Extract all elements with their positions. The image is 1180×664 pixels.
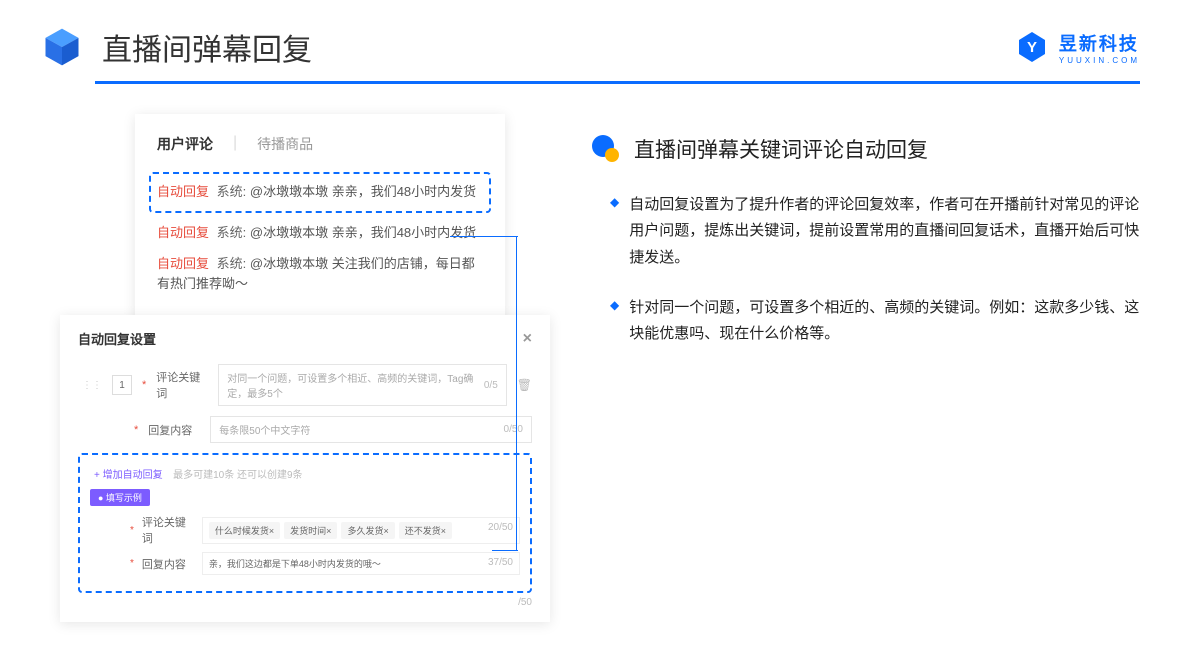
comment-text: @冰墩墩本墩 亲亲，我们48小时内发货 [250, 184, 476, 199]
tab-products[interactable]: 待播商品 [257, 134, 313, 154]
reply-label: 回复内容 [148, 422, 200, 438]
tag-chip[interactable]: 还不发货× [399, 522, 452, 539]
ex-reply-text: 亲，我们这边都是下单48小时内发货的哦～ [209, 557, 381, 570]
system-tag: 系统: [217, 184, 247, 199]
add-hint: 最多可建10条 还可以创建9条 [173, 470, 302, 481]
brand-icon: Y [1015, 30, 1049, 64]
placeholder: 每条限50个中文字符 [219, 422, 310, 437]
comment-text: @冰墩墩本墩 亲亲，我们48小时内发货 [250, 225, 476, 240]
reply-input[interactable]: 每条限50个中文字符 0/50 [210, 416, 532, 443]
counter: 37/50 [488, 557, 513, 570]
bullet-text: 针对同一个问题，可设置多个相近的、高频的关键词。例如：这款多少钱、这块能优惠吗、… [629, 295, 1140, 348]
counter: 20/50 [488, 522, 513, 539]
auto-reply-tag: 自动回复 [157, 225, 209, 240]
example-box: + 增加自动回复 最多可建10条 还可以创建9条 ● 填写示例 * 评论关键词 … [78, 453, 532, 593]
tab-divider: | [233, 134, 237, 154]
counter: 0/5 [484, 380, 498, 391]
tag-chip[interactable]: 发货时间× [284, 522, 337, 539]
section-head: 直播间弹幕关键词评论自动回复 [590, 134, 1140, 164]
bullet-text: 自动回复设置为了提升作者的评论回复效率，作者可在开播前针对常见的评论用户问题，提… [629, 192, 1140, 271]
trash-icon[interactable]: 🗑 [517, 378, 532, 392]
keyword-input[interactable]: 对同一个问题，可设置多个相近、高频的关键词，Tag确定，最多5个 0/5 [218, 364, 506, 406]
index-box: 1 [112, 375, 132, 395]
system-tag: 系统: [217, 225, 247, 240]
settings-title: 自动回复设置 [78, 329, 156, 348]
drag-icon[interactable]: ⋮⋮ [82, 380, 102, 391]
ex-kw-input[interactable]: 什么时候发货× 发货时间× 多久发货× 还不发货× 20/50 [202, 517, 520, 544]
counter: 0/50 [504, 424, 523, 435]
keyword-label: 评论关键词 [156, 369, 208, 401]
bottom-counter: /50 [78, 597, 532, 608]
cube-icon [40, 25, 84, 69]
svg-text:Y: Y [1027, 39, 1037, 56]
required-icon: * [130, 525, 134, 536]
ex-reply-input[interactable]: 亲，我们这边都是下单48小时内发货的哦～ 37/50 [202, 552, 520, 575]
bubble-icon [590, 134, 620, 164]
bullet-icon: ◆ [610, 298, 619, 348]
highlighted-comment: 自动回复 系统: @冰墩墩本墩 亲亲，我们48小时内发货 [149, 172, 491, 213]
required-icon: * [142, 379, 146, 391]
comment-row: 自动回复 系统: @冰墩墩本墩 关注我们的店铺，每日都有热门推荐呦～ [157, 254, 483, 296]
auto-reply-tag: 自动回复 [157, 184, 209, 199]
brand: Y 昱新科技 YUUXIN.COM [1015, 30, 1140, 65]
required-icon: * [130, 558, 134, 569]
system-tag: 系统: [217, 256, 247, 271]
tag-chip[interactable]: 多久发货× [341, 522, 394, 539]
example-reply-row: * 回复内容 亲，我们这边都是下单48小时内发货的哦～ 37/50 [90, 552, 520, 575]
page-title: 直播间弹幕回复 [102, 25, 312, 69]
bullet-icon: ◆ [610, 195, 619, 271]
bullet-item: ◆ 自动回复设置为了提升作者的评论回复效率，作者可在开播前针对常见的评论用户问题… [590, 192, 1140, 271]
header: 直播间弹幕回复 Y 昱新科技 YUUXIN.COM [0, 0, 1180, 81]
right-column: 直播间弹幕关键词评论自动回复 ◆ 自动回复设置为了提升作者的评论回复效率，作者可… [590, 114, 1140, 622]
brand-sub: YUUXIN.COM [1059, 56, 1140, 65]
placeholder: 对同一个问题，可设置多个相近、高频的关键词，Tag确定，最多5个 [227, 370, 484, 400]
section-title: 直播间弹幕关键词评论自动回复 [634, 134, 928, 164]
settings-card: 自动回复设置 × ⋮⋮ 1 * 评论关键词 对同一个问题，可设置多个相近、高频的… [60, 315, 550, 622]
example-keyword-row: * 评论关键词 什么时候发货× 发货时间× 多久发货× 还不发货× 20/50 [90, 514, 520, 546]
required-icon: * [134, 424, 138, 436]
brand-name: 昱新科技 [1059, 30, 1139, 56]
add-reply-link[interactable]: + 增加自动回复 [94, 470, 163, 481]
ex-kw-label: 评论关键词 [142, 514, 194, 546]
tag-chip[interactable]: 什么时候发货× [209, 522, 280, 539]
tab-comments[interactable]: 用户评论 [157, 134, 213, 154]
bullet-item: ◆ 针对同一个问题，可设置多个相近的、高频的关键词。例如：这款多少钱、这块能优惠… [590, 295, 1140, 348]
close-icon[interactable]: × [523, 330, 532, 348]
example-badge: ● 填写示例 [90, 489, 150, 506]
reply-row: * 回复内容 每条限50个中文字符 0/50 [78, 416, 532, 443]
left-column: 用户评论 | 待播商品 自动回复 系统: @冰墩墩本墩 亲亲，我们48小时内发货… [60, 114, 560, 622]
comment-card: 用户评论 | 待播商品 自动回复 系统: @冰墩墩本墩 亲亲，我们48小时内发货… [135, 114, 505, 325]
comment-row: 自动回复 系统: @冰墩墩本墩 亲亲，我们48小时内发货 [157, 223, 483, 244]
auto-reply-tag: 自动回复 [157, 256, 209, 271]
ex-reply-label: 回复内容 [142, 556, 194, 572]
keyword-row: ⋮⋮ 1 * 评论关键词 对同一个问题，可设置多个相近、高频的关键词，Tag确定… [78, 364, 532, 406]
header-left: 直播间弹幕回复 [40, 25, 312, 69]
tabs: 用户评论 | 待播商品 [157, 134, 483, 154]
